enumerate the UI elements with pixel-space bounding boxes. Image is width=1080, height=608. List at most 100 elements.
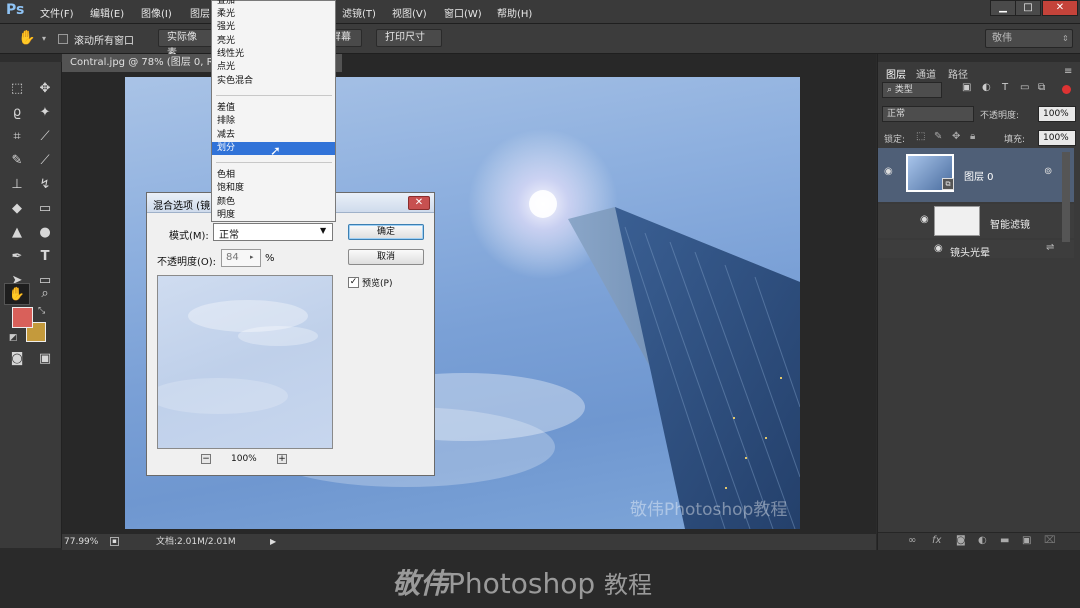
pixel-filter-icon[interactable]: ▣ <box>962 82 971 93</box>
menu-window[interactable]: 窗口(W) <box>444 5 482 20</box>
blend-option[interactable]: 叠加 <box>212 0 335 8</box>
zoom-level[interactable]: 77.99% <box>64 534 98 550</box>
eyedropper-tool-icon[interactable]: ⟋ <box>34 126 56 148</box>
workspace-select[interactable]: 敬伟 ⇕ <box>985 29 1073 48</box>
adjustment-layer-icon[interactable]: ◐ <box>978 535 987 546</box>
tab-paths[interactable]: 路径 <box>948 66 968 81</box>
lasso-tool-icon[interactable]: ϱ <box>6 102 28 124</box>
new-layer-icon[interactable]: ▣ <box>1022 535 1031 546</box>
chevron-down-icon[interactable]: ▾ <box>42 34 46 43</box>
visibility-eye-icon[interactable]: ◉ <box>920 214 929 225</box>
menu-help[interactable]: 帮助(H) <box>497 5 532 20</box>
zoom-out-button[interactable]: − <box>201 454 211 464</box>
screen-mode-icon[interactable]: ▣ <box>34 348 56 370</box>
magic-wand-tool-icon[interactable]: ✦ <box>34 102 56 124</box>
layer-row[interactable]: ◉ ⧉ 图层 0 ⊚ <box>878 148 1074 202</box>
marquee-tool-icon[interactable]: ⬚ <box>6 78 28 100</box>
filter-options-icon[interactable]: ⇌ <box>1046 242 1054 253</box>
tab-layers[interactable]: 图层 <box>886 66 906 81</box>
ok-button[interactable]: 确定 <box>348 224 424 240</box>
layer-fill-field[interactable]: 100% <box>1038 130 1076 146</box>
lock-position-icon[interactable]: ✥ <box>952 131 960 142</box>
lock-transparent-icon[interactable]: ⬚ <box>916 131 925 142</box>
pen-tool-icon[interactable]: ✒ <box>6 246 28 268</box>
play-icon[interactable]: ▶ <box>270 534 276 550</box>
blend-option[interactable]: 明度 <box>212 209 335 222</box>
smart-filters-row[interactable]: ◉ 智能滤镜 <box>878 204 1074 238</box>
fx-icon[interactable]: fx <box>932 535 941 546</box>
filter-toggle-icon[interactable] <box>1062 85 1071 94</box>
delete-layer-icon[interactable]: ⌧ <box>1044 535 1056 546</box>
eraser-tool-icon[interactable]: ◆ <box>6 198 28 220</box>
hand-tool-icon[interactable]: ✋ <box>4 283 30 305</box>
blur-tool-icon[interactable]: ▲ <box>6 222 28 244</box>
lock-pixels-icon[interactable]: ✎ <box>934 131 942 142</box>
layer-blend-select[interactable]: 正常 <box>882 106 974 122</box>
default-colors-icon[interactable]: ◩ <box>9 333 18 343</box>
add-mask-icon[interactable]: ◙ <box>956 535 966 546</box>
blend-option[interactable]: 强光 <box>212 21 335 34</box>
move-tool-icon[interactable]: ✥ <box>34 78 56 100</box>
tab-channels[interactable]: 通道 <box>916 66 936 81</box>
panel-menu-icon[interactable]: ≡ <box>1064 66 1072 77</box>
link-layers-icon[interactable]: ∞ <box>908 535 916 546</box>
print-size-button[interactable]: 打印尺寸 <box>376 29 442 47</box>
type-tool-icon[interactable]: T <box>34 246 56 268</box>
blend-option[interactable]: 排除 <box>212 115 335 128</box>
menu-image[interactable]: 图像(I) <box>141 5 172 20</box>
opacity-field[interactable]: 84 ▸ <box>221 249 261 267</box>
lock-all-icon[interactable]: 🔒︎ <box>970 131 975 142</box>
gradient-tool-icon[interactable]: ▭ <box>34 198 56 220</box>
layer-kind-select[interactable]: ⌕ 类型 <box>882 82 942 98</box>
clone-stamp-tool-icon[interactable]: ⊥ <box>6 174 28 196</box>
swap-colors-icon[interactable]: ⤡ <box>38 306 45 316</box>
blend-option[interactable]: 饱和度 <box>212 182 335 195</box>
layer-opacity-field[interactable]: 100% <box>1038 106 1076 122</box>
doc-info-icon[interactable]: ▪ <box>110 537 119 546</box>
actual-pixels-button[interactable]: 实际像素 <box>158 29 214 59</box>
visibility-eye-icon[interactable]: ◉ <box>884 166 893 177</box>
maximize-button[interactable]: □ <box>1015 0 1041 16</box>
close-button[interactable]: ✕ <box>1042 0 1078 16</box>
new-group-icon[interactable]: ▬ <box>1000 535 1009 546</box>
history-brush-tool-icon[interactable]: ↯ <box>34 174 56 196</box>
preview-checkbox[interactable]: ✓ <box>348 277 359 288</box>
type-filter-icon[interactable]: T <box>1002 82 1008 93</box>
cancel-button[interactable]: 取消 <box>348 249 424 265</box>
hand-tool-icon[interactable]: ✋ <box>18 30 35 46</box>
mode-select[interactable]: 正常 ▼ <box>213 223 333 241</box>
minimize-button[interactable]: ▁ <box>990 0 1016 16</box>
tools-panel-grip[interactable] <box>0 54 62 62</box>
quick-mask-icon[interactable]: ◙ <box>6 348 28 370</box>
shape-filter-icon[interactable]: ▭ <box>1020 82 1029 93</box>
zoom-tool-icon[interactable]: ⌕ <box>34 283 56 305</box>
menu-view[interactable]: 视图(V) <box>392 5 427 20</box>
slider-arrow-icon[interactable]: ▸ <box>250 253 254 261</box>
healing-brush-tool-icon[interactable]: ✎ <box>6 150 28 172</box>
preview-thumbnail[interactable] <box>148 275 333 449</box>
foreground-color-swatch[interactable] <box>12 307 33 328</box>
lens-flare-row[interactable]: ◉ 镜头光晕 ⇌ <box>878 240 1074 259</box>
blend-option[interactable]: 实色混合 <box>212 75 335 88</box>
adjustment-filter-icon[interactable]: ◐ <box>982 82 991 93</box>
dialog-close-button[interactable]: ✕ <box>408 196 430 210</box>
menu-layer[interactable]: 图层 <box>190 5 210 20</box>
blend-option[interactable]: 颜色 <box>212 196 335 209</box>
panel-grip[interactable] <box>878 54 1080 62</box>
menu-filter[interactable]: 滤镜(T) <box>342 5 376 20</box>
zoom-in-button[interactable]: + <box>277 454 287 464</box>
blend-option[interactable]: 色相 <box>212 169 335 182</box>
scroll-all-checkbox[interactable] <box>58 34 68 44</box>
visibility-eye-icon[interactable]: ◉ <box>934 243 943 254</box>
crop-tool-icon[interactable]: ⌗ <box>6 126 28 148</box>
brush-tool-icon[interactable]: ⟋ <box>34 150 56 172</box>
dodge-tool-icon[interactable]: ● <box>34 222 56 244</box>
panel-scrollbar[interactable] <box>1062 152 1070 242</box>
blend-option[interactable]: 减去 <box>212 129 335 142</box>
menu-edit[interactable]: 编辑(E) <box>90 5 124 20</box>
smart-object-filter-icon[interactable]: ⧉ <box>1038 82 1045 93</box>
blend-option[interactable]: 柔光 <box>212 8 335 21</box>
blend-option[interactable]: 差值 <box>212 102 335 115</box>
blend-option[interactable]: 点光 <box>212 61 335 74</box>
blend-option[interactable]: 线性光 <box>212 48 335 61</box>
